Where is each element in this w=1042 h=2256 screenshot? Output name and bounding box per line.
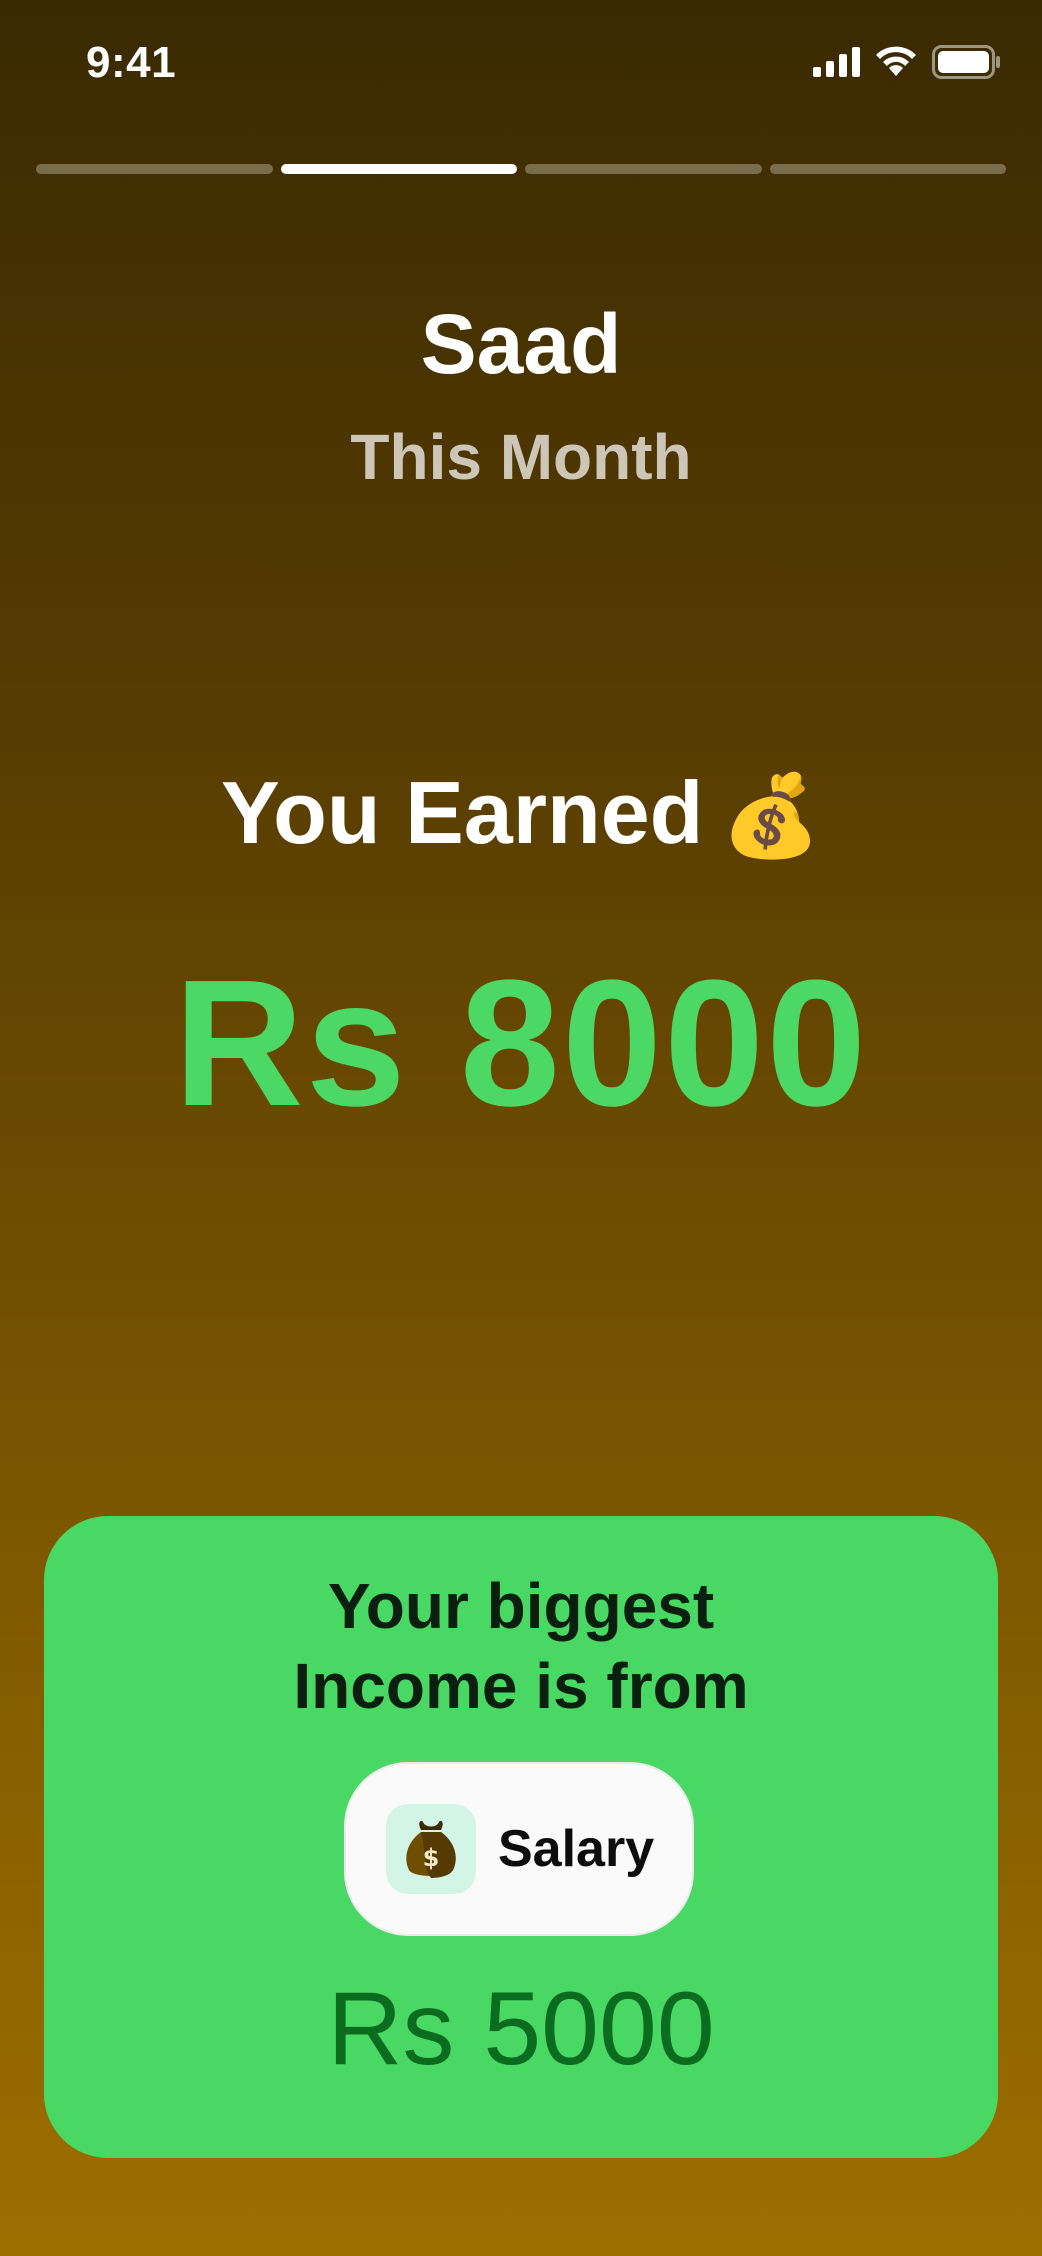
battery-icon	[932, 45, 1000, 79]
wifi-icon	[876, 46, 916, 76]
biggest-income-card: Your biggest Income is from $ Salary Rs …	[44, 1516, 998, 2158]
earned-heading: You Earned 💰	[0, 762, 1042, 864]
income-category-amount: Rs 5000	[327, 1971, 715, 2087]
progress-segment	[769, 164, 1006, 174]
card-title-line2: Income is from	[293, 1650, 749, 1722]
income-category-label: Salary	[498, 1820, 655, 1878]
story-progress	[36, 164, 1006, 174]
progress-segment-active	[280, 164, 517, 174]
progress-segment	[36, 164, 273, 174]
status-time: 9:41	[86, 38, 177, 87]
earned-label: You Earned	[220, 763, 704, 862]
user-name: Saad	[420, 297, 622, 391]
money-bag-icon: 💰	[721, 769, 822, 862]
card-title-line1: Your biggest	[327, 1570, 715, 1642]
income-category-chip[interactable]: $ Salary	[344, 1762, 694, 1936]
earned-amount: Rs 8000	[173, 943, 869, 1144]
card-title: Your biggest Income is from	[44, 1566, 998, 1726]
signal-icon	[813, 47, 860, 77]
money-bag-icon: $	[386, 1804, 476, 1894]
period-label: This Month	[350, 421, 692, 493]
progress-segment	[525, 164, 762, 174]
story-screen[interactable]: 9:41 Saad This Month You Earned 💰 Rs 8000	[0, 0, 1042, 2256]
svg-text:$: $	[423, 1844, 440, 1872]
status-icons	[813, 44, 1002, 80]
